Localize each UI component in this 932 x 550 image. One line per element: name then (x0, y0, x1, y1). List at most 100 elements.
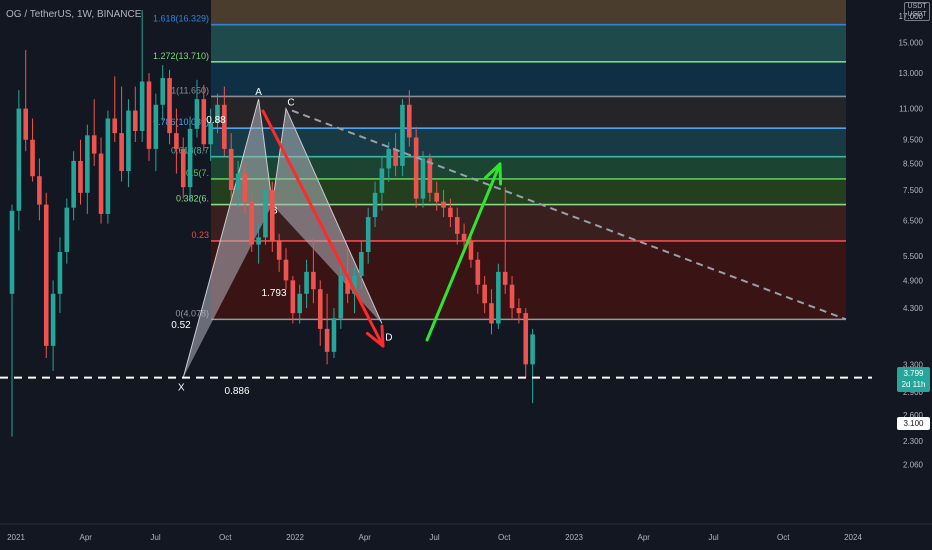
bar-countdown: 2d 11h (901, 380, 926, 389)
candle-body (434, 192, 439, 202)
time-tick: Jul (150, 533, 160, 542)
candle-body (407, 104, 412, 138)
candle-body (194, 99, 200, 129)
candle-body (71, 160, 76, 208)
candle-body (523, 313, 529, 365)
candle-body (379, 168, 385, 193)
candle-body (270, 189, 275, 241)
price-tick: 11.000 (899, 105, 923, 114)
candle-body (16, 108, 22, 211)
price-tick: 5.500 (903, 252, 924, 261)
candle-body (331, 318, 337, 352)
candle-body (317, 289, 323, 329)
candle-body (235, 173, 241, 190)
ratio-label: 0.88 (206, 115, 226, 126)
candle-body (413, 137, 419, 199)
candle-body (30, 139, 35, 177)
time-tick: Apr (638, 533, 651, 542)
price-tick: 13.000 (899, 69, 924, 78)
candle-body (43, 204, 49, 346)
candle-body (187, 128, 193, 188)
pattern-point-label: C (287, 98, 294, 109)
candle-body (167, 78, 172, 134)
last-price: 3.799 (903, 369, 924, 378)
candle-body (91, 135, 97, 154)
candle-body (50, 293, 56, 346)
time-tick: Apr (80, 533, 93, 542)
candle-body (359, 252, 364, 277)
candle-body (228, 148, 234, 190)
price-tick: 15.000 (899, 39, 924, 48)
fib-zone (211, 128, 846, 157)
candle-body (119, 133, 124, 171)
candle-body (105, 118, 111, 214)
fib-level-label: 0.786(10.030) (153, 117, 209, 127)
candle-body (126, 110, 131, 171)
candle-body (509, 284, 515, 309)
candle-body (57, 252, 63, 294)
ratio-label: 1.793 (261, 288, 286, 299)
currency-label-line: USDT (907, 3, 927, 10)
candle-body (112, 118, 118, 134)
fib-zone (211, 61, 846, 97)
candle-body (133, 110, 138, 131)
time-tick: 2024 (844, 533, 862, 542)
time-tick: Jul (708, 533, 718, 542)
last-price-tag: 3.799 2d 11h (897, 367, 930, 392)
price-tick: 2.300 (903, 437, 924, 446)
time-tick: 2023 (565, 533, 583, 542)
fib-level-label: 1.618(16.329) (153, 14, 209, 24)
candle-body (153, 104, 159, 149)
time-tick: Oct (219, 533, 232, 542)
candle-body (496, 271, 501, 324)
ratio-label: 0.886 (224, 386, 249, 397)
candle-body (146, 81, 152, 149)
candle-body (98, 153, 104, 214)
pattern-point-label: D (385, 332, 392, 343)
pattern-point-label: X (178, 383, 185, 394)
candle-body (249, 201, 255, 245)
candle-body (393, 148, 398, 166)
candle-body (297, 293, 302, 314)
candle-body (502, 271, 508, 285)
fib-zone-top (211, 0, 846, 25)
candle-body (516, 308, 522, 314)
fib-zone (211, 96, 846, 129)
candle-body (160, 78, 165, 105)
candle-body (9, 210, 15, 294)
candle-body (242, 173, 248, 202)
candle-body (304, 271, 309, 294)
candle-body (420, 158, 426, 199)
fib-level-label: 1.272(13.710) (153, 51, 209, 61)
price-chart[interactable]: 1.618(16.329)1.272(13.710)1(11.650)0.786… (0, 0, 932, 550)
price-tick: 7.500 (903, 186, 924, 195)
candle-body (139, 81, 145, 131)
ratio-label: 0.52 (171, 320, 191, 331)
candle-body (180, 148, 186, 188)
price-axis[interactable]: 17.00015.00013.00011.0009.5008.5007.5006… (872, 0, 932, 550)
candle-body (85, 135, 90, 193)
candle-body (64, 207, 70, 253)
price-tick: 9.500 (903, 136, 924, 145)
price-tick: 4.300 (903, 304, 924, 313)
pattern-point-label: A (255, 87, 262, 98)
candle-body (489, 303, 494, 324)
candle-body (78, 160, 83, 193)
candle-body (372, 192, 378, 218)
symbol-title: OG / TetherUS, 1W, BINANCE (6, 9, 142, 20)
price-tick: 2.060 (903, 460, 924, 469)
candle-body (256, 237, 261, 245)
candle-body (441, 201, 446, 208)
candle-body (482, 284, 487, 304)
time-tick: Jul (429, 533, 439, 542)
currency-label[interactable]: USDT USDT (904, 2, 930, 21)
candle-body (386, 148, 392, 169)
support-price-tag: 3.100 (897, 417, 930, 430)
candle-body (475, 259, 481, 285)
price-tick: 4.900 (903, 276, 924, 285)
fib-level-label: 0.382(6. (176, 194, 209, 204)
candle-body (461, 233, 467, 241)
candle-body (324, 328, 330, 352)
candle-body (174, 133, 179, 149)
candle-body (263, 189, 268, 238)
